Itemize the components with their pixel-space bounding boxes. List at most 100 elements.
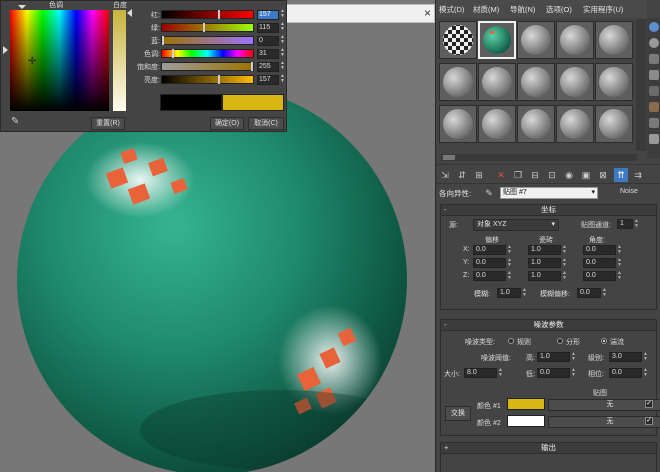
expand-icon[interactable]: +: [444, 443, 448, 453]
green-slider[interactable]: [161, 23, 254, 32]
ok-button[interactable]: 确定(O): [210, 117, 244, 130]
sample-slot-15[interactable]: [595, 105, 633, 143]
tiling-x-spinner-icon[interactable]: ▲ ▼: [562, 245, 567, 255]
size-input[interactable]: 8.0: [464, 368, 497, 378]
tiling-z-spinner-icon[interactable]: ▲ ▼: [562, 271, 567, 281]
sample-slot-1[interactable]: [439, 21, 477, 59]
go-forward-to-sibling-icon[interactable]: ⇉: [631, 168, 645, 182]
blur-offset-spinner-icon[interactable]: ▲ ▼: [602, 288, 607, 298]
color-2-map-checkbox[interactable]: ✓: [645, 417, 653, 425]
blue-spinner-icon[interactable]: ▲ ▼: [280, 35, 285, 45]
color-1-map-checkbox[interactable]: ✓: [645, 400, 653, 408]
make-unique-icon[interactable]: ⊟: [528, 168, 542, 182]
get-material-icon[interactable]: ⇲: [438, 168, 452, 182]
scrollbar-thumb[interactable]: [443, 155, 455, 160]
offset-y-spinner-icon[interactable]: ▲ ▼: [507, 258, 512, 268]
blur-offset-input[interactable]: 0.0: [577, 288, 601, 298]
chevron-down-icon[interactable]: ▾: [551, 220, 555, 230]
output-rollout-header[interactable]: + 输出: [441, 443, 656, 454]
put-to-scene-icon[interactable]: ⇵: [455, 168, 469, 182]
blur-input[interactable]: 1.0: [497, 288, 521, 298]
levels-input[interactable]: 3.0: [609, 352, 642, 362]
sample-slot-13[interactable]: [517, 105, 555, 143]
high-spinner-icon[interactable]: ▲ ▼: [571, 352, 576, 362]
show-map-in-viewport-icon[interactable]: ▣: [579, 168, 593, 182]
cancel-button[interactable]: 取消(C): [248, 117, 284, 130]
saturation-slider-thumb[interactable]: [251, 62, 253, 71]
noise-parameters-rollout-header[interactable]: - 噪波参数: [441, 320, 656, 331]
menu-options[interactable]: 选项(O): [546, 4, 572, 15]
red-slider-thumb[interactable]: [218, 10, 220, 19]
map-channel-spinner-icon[interactable]: ▲ ▼: [634, 219, 639, 229]
sample-slot-3[interactable]: [517, 21, 555, 59]
pick-material-eyedropper-icon[interactable]: ✎: [482, 186, 496, 200]
material-id-channel-icon[interactable]: ◉: [562, 168, 576, 182]
value-slider[interactable]: [161, 75, 254, 84]
noise-type-regular-radio[interactable]: [508, 338, 514, 344]
backlight-icon[interactable]: [649, 38, 659, 48]
levels-spinner-icon[interactable]: ▲ ▼: [643, 352, 648, 362]
value-slider-thumb[interactable]: [218, 75, 220, 84]
angle-z-spinner-icon[interactable]: ▲ ▼: [617, 271, 622, 281]
offset-x-spinner-icon[interactable]: ▲ ▼: [507, 245, 512, 255]
copy-material-icon[interactable]: ❐: [511, 168, 525, 182]
saturation-slider[interactable]: [161, 62, 254, 71]
sample-slot-6[interactable]: [439, 63, 477, 101]
sample-slot-10[interactable]: [595, 63, 633, 101]
low-input[interactable]: 0.0: [537, 368, 570, 378]
sample-type-icon[interactable]: [649, 22, 659, 32]
angle-x-input[interactable]: 0.0: [583, 245, 616, 255]
noise-type-turbulence-radio[interactable]: [601, 338, 607, 344]
sample-slot-7[interactable]: [478, 63, 516, 101]
source-dropdown[interactable]: 对象 XYZ ▾: [473, 219, 559, 231]
tiling-y-spinner-icon[interactable]: ▲ ▼: [562, 258, 567, 268]
map-name-field[interactable]: 贴图 #7 ▾: [500, 187, 598, 199]
sample-slot-4[interactable]: [556, 21, 594, 59]
map-type-button[interactable]: Noise: [620, 188, 638, 195]
show-end-result-icon[interactable]: ⊠: [596, 168, 610, 182]
value-spinner-icon[interactable]: ▲ ▼: [280, 74, 285, 84]
eyedropper-icon[interactable]: ✎: [11, 116, 23, 128]
assign-to-selection-icon[interactable]: ⊞: [472, 168, 486, 182]
sample-slot-2-selected[interactable]: [478, 21, 516, 59]
sample-slots-horizontal-scrollbar[interactable]: [441, 154, 637, 161]
value-pointer-icon[interactable]: [3, 46, 8, 54]
color-1-map-button[interactable]: 无: [548, 399, 660, 411]
tiling-z-input[interactable]: 1.0: [528, 271, 561, 281]
offset-x-input[interactable]: 0.0: [473, 245, 506, 255]
blue-value-input[interactable]: 0: [257, 36, 279, 46]
hue-spinner-icon[interactable]: ▲ ▼: [280, 48, 285, 58]
whiteness-bar[interactable]: [113, 10, 126, 111]
noise-type-fractal-radio[interactable]: [557, 338, 563, 344]
blur-spinner-icon[interactable]: ▲ ▼: [522, 288, 527, 298]
sample-slot-14[interactable]: [556, 105, 594, 143]
select-by-material-icon[interactable]: [649, 134, 659, 144]
hue-pointer-icon[interactable]: [18, 5, 26, 9]
menu-mode[interactable]: 模式(D): [439, 4, 464, 15]
tiling-x-input[interactable]: 1.0: [528, 245, 561, 255]
low-spinner-icon[interactable]: ▲ ▼: [571, 368, 576, 378]
phase-input[interactable]: 0.0: [609, 368, 642, 378]
sample-uv-tiling-icon[interactable]: [649, 70, 659, 80]
hue-slider-thumb[interactable]: [172, 49, 174, 58]
swap-button[interactable]: 交换: [445, 406, 471, 421]
menu-utilities[interactable]: 实用程序(U): [583, 4, 623, 15]
tiling-y-input[interactable]: 1.0: [528, 258, 561, 268]
color-1-swatch[interactable]: [507, 398, 545, 410]
red-value-input[interactable]: 157: [257, 10, 279, 20]
angle-x-spinner-icon[interactable]: ▲ ▼: [617, 245, 622, 255]
green-slider-thumb[interactable]: [203, 23, 205, 32]
background-icon[interactable]: [649, 54, 659, 64]
offset-z-spinner-icon[interactable]: ▲ ▼: [507, 271, 512, 281]
video-color-check-icon[interactable]: [649, 86, 659, 96]
color-2-map-button[interactable]: 无: [548, 416, 660, 428]
value-value-input[interactable]: 157: [257, 75, 279, 85]
collapse-icon[interactable]: -: [444, 205, 447, 215]
color-2-swatch[interactable]: [507, 415, 545, 427]
close-icon[interactable]: ×: [424, 6, 431, 20]
menu-material[interactable]: 材质(M): [473, 4, 499, 15]
collapse-icon[interactable]: -: [444, 320, 447, 330]
high-input[interactable]: 1.0: [537, 352, 570, 362]
hue-saturation-field[interactable]: ✛: [10, 10, 109, 111]
blue-slider-thumb[interactable]: [162, 36, 164, 45]
